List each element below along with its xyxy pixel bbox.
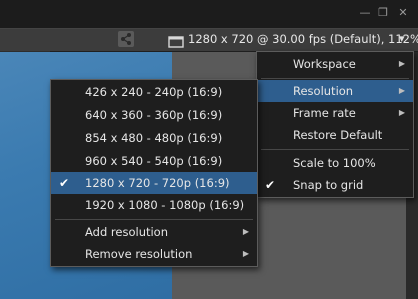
menu-item-label: Workspace [293, 57, 356, 71]
chevron-right-icon: ▶ [242, 249, 249, 258]
screen-icon [168, 33, 184, 48]
menu-item-restore-default[interactable]: Restore Default [257, 124, 413, 146]
menu-item-label: Scale to 100% [293, 156, 376, 170]
resolution-option-1080p[interactable]: 1920 x 1080 - 1080p (16:9) [51, 194, 257, 216]
restore-icon[interactable]: ❐ [374, 4, 392, 22]
minimize-icon[interactable]: — [356, 4, 374, 22]
menu-item-resolution[interactable]: Resolution ▶ [257, 80, 413, 102]
menu-item-label: Resolution [293, 84, 354, 98]
menu-item-label: 426 x 240 - 240p (16:9) [85, 85, 223, 99]
menu-item-scale-to-100[interactable]: Scale to 100% [257, 152, 413, 174]
menu-separator [261, 149, 409, 150]
resolution-submenu: 426 x 240 - 240p (16:9) 640 x 360 - 360p… [50, 79, 258, 267]
menu-item-snap-to-grid[interactable]: ✔ Snap to grid [257, 174, 413, 196]
resolution-option-540p[interactable]: 960 x 540 - 540p (16:9) [51, 150, 257, 172]
share-icon[interactable] [118, 31, 134, 47]
menu-item-add-resolution[interactable]: Add resolution ▶ [51, 221, 257, 243]
menu-item-label: 640 x 360 - 360p (16:9) [85, 108, 223, 122]
chevron-down-icon[interactable]: ▾ [399, 32, 405, 45]
menu-item-label: Snap to grid [293, 178, 364, 192]
menu-item-label: Remove resolution [85, 247, 193, 261]
close-icon[interactable]: ✕ [394, 4, 412, 22]
chevron-right-icon: ▶ [398, 59, 405, 68]
chevron-right-icon: ▶ [242, 227, 249, 236]
resolution-status[interactable]: 1280 x 720 @ 30.00 fps (Default), 112% [188, 31, 418, 47]
menu-item-label: Frame rate [293, 106, 356, 120]
resolution-option-360p[interactable]: 640 x 360 - 360p (16:9) [51, 104, 257, 126]
menu-item-label: 1280 x 720 - 720p (16:9) [85, 176, 230, 190]
chevron-right-icon: ▶ [398, 86, 405, 95]
resolution-option-480p[interactable]: 854 x 480 - 480p (16:9) [51, 127, 257, 149]
menu-item-workspace[interactable]: Workspace ▶ [257, 53, 413, 75]
menu-item-frame-rate[interactable]: Frame rate ▶ [257, 102, 413, 124]
chevron-right-icon: ▶ [398, 108, 405, 117]
menu-item-label: Restore Default [293, 128, 383, 142]
menu-item-label: Add resolution [85, 225, 169, 239]
checkmark-icon: ✔ [59, 176, 70, 190]
checkmark-icon: ✔ [265, 178, 276, 192]
menu-item-remove-resolution[interactable]: Remove resolution ▶ [51, 243, 257, 265]
preview-context-menu: Workspace ▶ Resolution ▶ Frame rate ▶ Re… [256, 51, 414, 198]
resolution-option-720p[interactable]: ✔ 1280 x 720 - 720p (16:9) [51, 172, 257, 194]
menu-item-label: 1920 x 1080 - 1080p (16:9) [85, 198, 245, 212]
menu-separator [261, 78, 409, 79]
menu-item-label: 960 x 540 - 540p (16:9) [85, 154, 223, 168]
menu-item-label: 854 x 480 - 480p (16:9) [85, 131, 223, 145]
resolution-option-240p[interactable]: 426 x 240 - 240p (16:9) [51, 81, 257, 103]
menu-separator [55, 219, 253, 220]
